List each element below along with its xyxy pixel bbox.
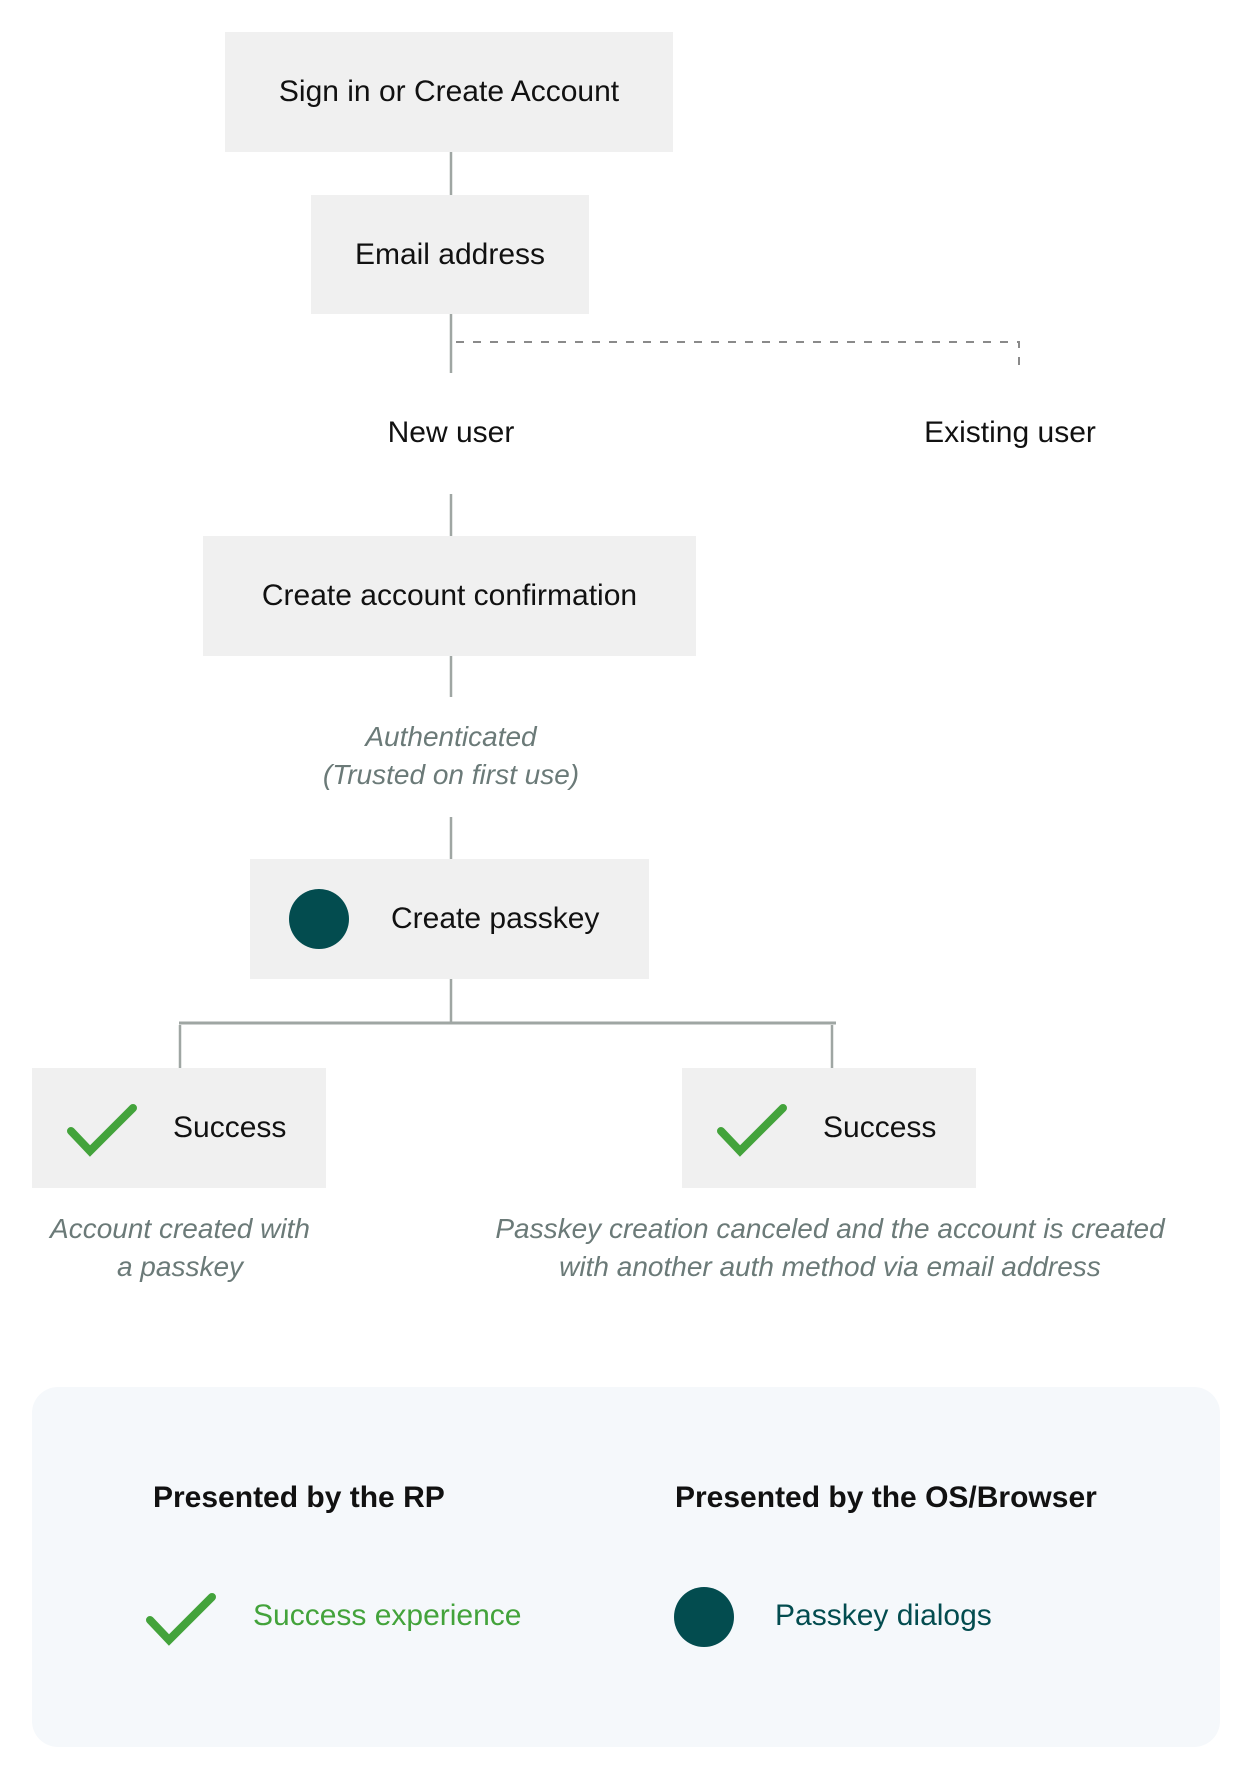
- branch-label-new-user: New user: [387, 416, 515, 449]
- legend-item-passkey-dialogs: Passkey dialogs: [775, 1599, 992, 1632]
- caption-line: (Trusted on first use): [322, 759, 580, 790]
- legend-item-success-experience: Success experience: [253, 1599, 522, 1632]
- node-sign-in-or-create-account: Sign in or Create Account: [225, 32, 673, 152]
- branch-label-existing-user: Existing user: [924, 416, 1096, 449]
- node-success-with-passkey: Success: [32, 1068, 326, 1188]
- connector-dashed-existing-user: [456, 341, 1020, 374]
- passkey-dialog-dot-icon: [674, 1587, 734, 1647]
- caption-line: Account created with: [50, 1213, 310, 1244]
- node-email-address: Email address: [311, 195, 589, 314]
- caption-line: a passkey: [116, 1251, 244, 1282]
- caption-line: Authenticated: [365, 721, 537, 752]
- caption-account-created-with-passkey: Account created with a passkey: [0, 1210, 360, 1286]
- legend-panel: Presented by the RP Presented by the OS/…: [32, 1387, 1220, 1747]
- passkey-dialog-dot-icon: [289, 889, 349, 949]
- node-label: Email address: [354, 237, 546, 271]
- caption-line: Passkey creation canceled and the accoun…: [495, 1213, 1165, 1244]
- node-label: Success: [173, 1111, 287, 1144]
- node-label: Create account confirmation: [261, 579, 638, 612]
- checkmark-icon: [146, 1593, 216, 1646]
- node-label: Success: [823, 1111, 937, 1144]
- node-label: Create passkey: [391, 902, 600, 935]
- node-success-fallback-auth: Success: [682, 1068, 976, 1188]
- node-create-passkey: Create passkey: [250, 859, 649, 979]
- legend-title-os-browser: Presented by the OS/Browser: [675, 1481, 1097, 1514]
- caption-passkey-canceled: Passkey creation canceled and the accoun…: [430, 1210, 1230, 1286]
- legend-title-rp: Presented by the RP: [153, 1481, 445, 1514]
- checkmark-icon: [717, 1104, 787, 1157]
- caption-line: with another auth method via email addre…: [559, 1251, 1101, 1282]
- caption-authenticated: Authenticated (Trusted on first use): [251, 718, 651, 794]
- checkmark-icon: [67, 1104, 137, 1157]
- node-create-account-confirmation: Create account confirmation: [203, 536, 696, 656]
- node-label: Sign in or Create Account: [278, 75, 620, 108]
